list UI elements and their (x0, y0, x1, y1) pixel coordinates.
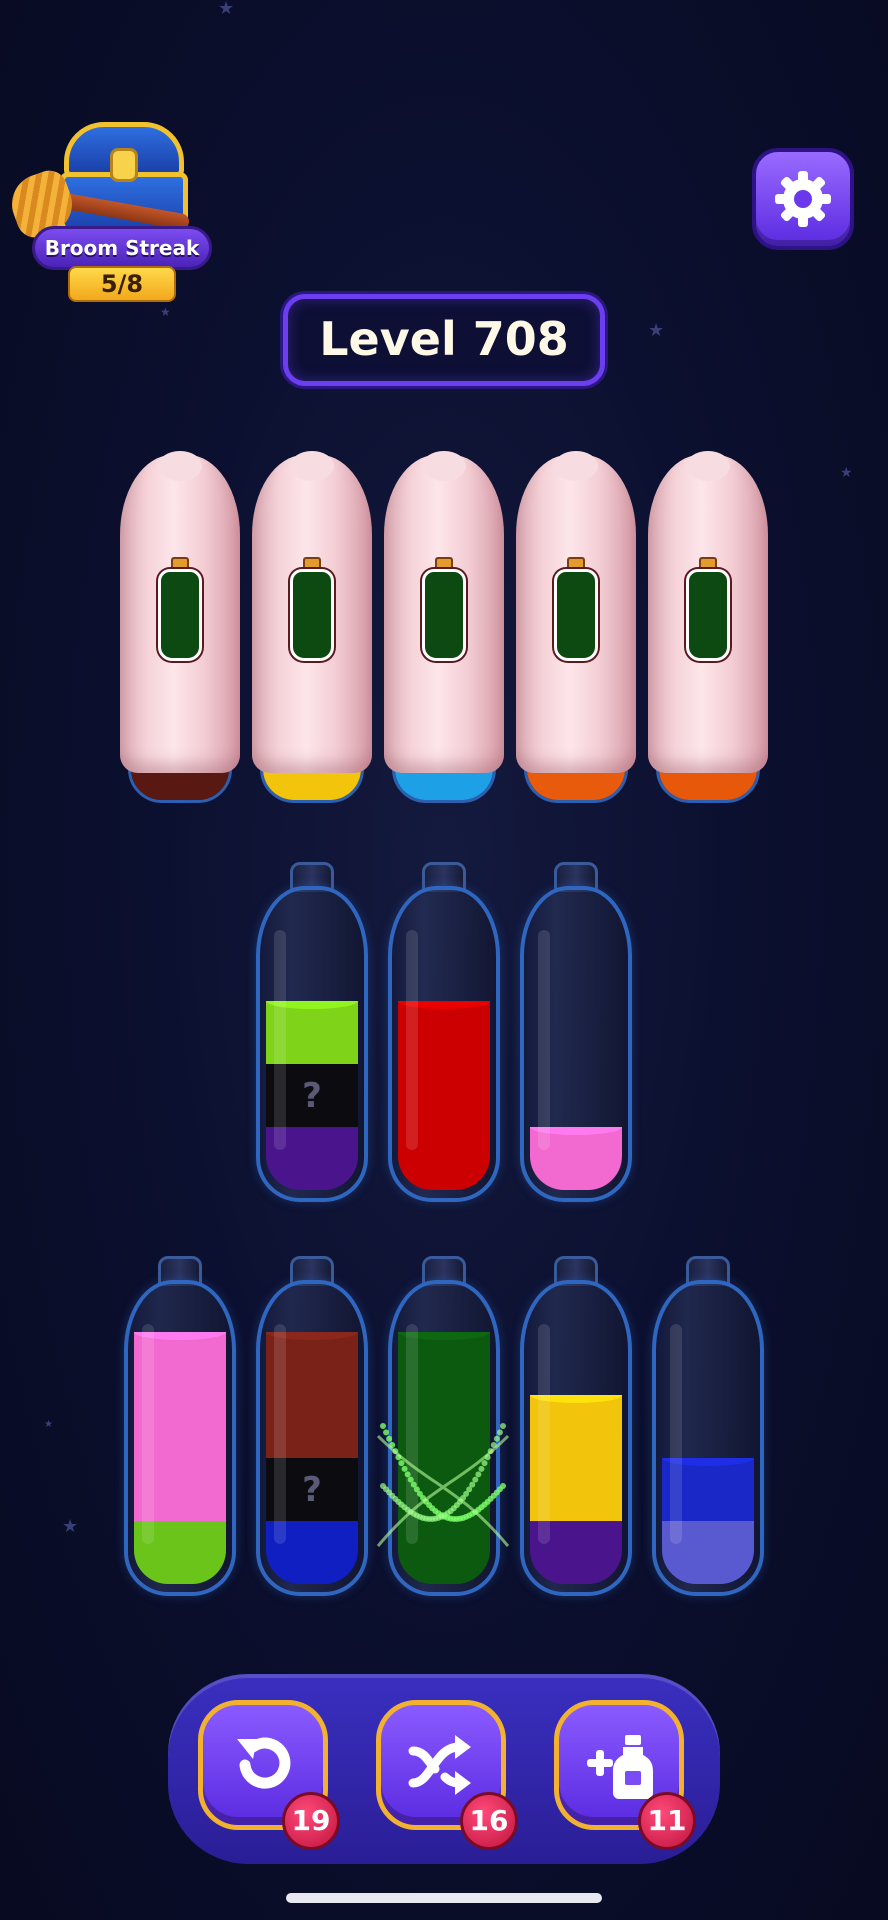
bottle-glass (520, 1280, 632, 1596)
undo-count-badge: 19 (282, 1792, 340, 1850)
bottle-glass (520, 886, 632, 1202)
covered-bottle[interactable] (384, 451, 504, 805)
bottle[interactable] (520, 862, 632, 1202)
broom-streak-widget[interactable]: Broom Streak 5/8 (3, 118, 212, 302)
covered-bottle[interactable] (516, 451, 636, 805)
potion-icon (290, 557, 334, 661)
covered-bottle[interactable] (120, 451, 240, 805)
add-bottle-count-badge: 11 (638, 1792, 696, 1850)
streak-count: 5/8 (68, 266, 176, 302)
level-title: Level 708 (283, 294, 605, 386)
bottle[interactable] (388, 862, 500, 1202)
streak-label: Broom Streak (32, 226, 212, 270)
bottle-glass: ? (256, 1280, 368, 1596)
potion-icon (158, 557, 202, 661)
shuffle-icon (408, 1735, 471, 1795)
lock-icon (110, 148, 138, 182)
star-decoration: ★ (62, 1516, 79, 1537)
bottle[interactable] (520, 1256, 632, 1596)
bottle-glass: ? (256, 886, 368, 1202)
bottle-glass (652, 1280, 764, 1596)
potion-icon (686, 557, 730, 661)
bottle-glass (388, 886, 500, 1202)
undo-icon (237, 1737, 291, 1789)
covered-bottle[interactable] (252, 451, 372, 805)
covered-bottle[interactable] (648, 451, 768, 805)
shuffle-count-badge: 16 (460, 1792, 518, 1850)
home-indicator (286, 1893, 602, 1903)
add-bottle-icon (587, 1735, 653, 1799)
bottle[interactable]: ? (256, 862, 368, 1202)
settings-button[interactable] (752, 148, 854, 250)
star-decoration: ★ (160, 305, 171, 319)
gear-icon (775, 171, 831, 227)
potion-icon (422, 557, 466, 661)
bottle-glass (388, 1280, 500, 1596)
potion-icon (554, 557, 598, 661)
powerup-toolbar: 19 16 11 (168, 1674, 720, 1864)
bottle[interactable] (652, 1256, 764, 1596)
bottle-glass (124, 1280, 236, 1596)
star-decoration: ★ (840, 465, 853, 481)
star-decoration: ★ (648, 320, 665, 341)
star-decoration: ★ (44, 1419, 53, 1430)
bottle[interactable]: ? (256, 1256, 368, 1596)
star-decoration: ★ (218, 0, 235, 19)
bottle-completed[interactable] (376, 1256, 510, 1596)
bottle[interactable] (124, 1256, 236, 1596)
